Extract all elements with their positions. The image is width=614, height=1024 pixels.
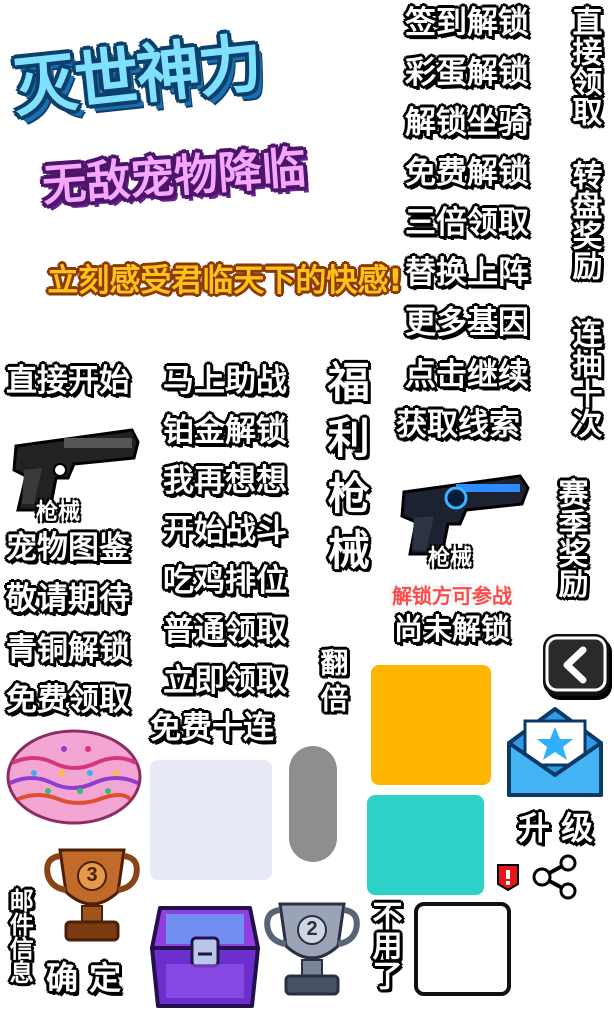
mail-info-label[interactable]: 邮件信息 bbox=[5, 888, 33, 984]
upgrade-label[interactable]: 升 级 bbox=[518, 812, 593, 844]
share-icon[interactable] bbox=[530, 854, 580, 900]
wheel-reward-vertical[interactable]: 转盘奖励 bbox=[567, 160, 602, 280]
claim-now-button[interactable]: 立即领取 bbox=[163, 666, 287, 697]
platinum-unlock-button[interactable]: 铂金解锁 bbox=[163, 416, 287, 447]
back-arrow-icon[interactable] bbox=[543, 634, 609, 696]
welfare-guns-title: 福利枪械 bbox=[321, 360, 371, 584]
start-battle-button[interactable]: 开始战斗 bbox=[163, 516, 287, 547]
gun-label: 枪械 bbox=[428, 546, 473, 571]
free-claim-button[interactable]: 免费领取 bbox=[6, 685, 130, 716]
season-reward-vertical[interactable]: 赛季奖励 bbox=[553, 478, 588, 598]
confirm-button[interactable]: 确 定 bbox=[46, 962, 121, 994]
silver-rank-number: 2 bbox=[306, 918, 318, 940]
no-thanks-button[interactable]: 不用了 bbox=[367, 900, 402, 990]
unlock-to-play-text: 解锁方可参战 bbox=[392, 584, 512, 608]
mail-star-icon[interactable] bbox=[505, 703, 605, 801]
direct-claim-vertical[interactable]: 直接领取 bbox=[567, 6, 602, 126]
lavender-swatch bbox=[150, 760, 272, 880]
easter-egg-icon bbox=[4, 727, 144, 827]
pet-encyclopedia-button[interactable]: 宠物图鉴 bbox=[6, 533, 130, 564]
page-title: 灭世神力 bbox=[9, 26, 264, 127]
join-battle-button[interactable]: 马上助战 bbox=[163, 366, 287, 397]
gray-pill bbox=[289, 746, 337, 862]
yellow-swatch bbox=[371, 665, 491, 785]
easter-egg-unlock-button[interactable]: 彩蛋解锁 bbox=[405, 58, 529, 89]
ranked-match-button[interactable]: 吃鸡排位 bbox=[163, 566, 287, 597]
think-again-button[interactable]: 我再想想 bbox=[163, 466, 287, 497]
bronze-unlock-button[interactable]: 青铜解锁 bbox=[6, 635, 130, 666]
teal-swatch bbox=[367, 795, 484, 895]
bronze-trophy-icon bbox=[42, 838, 142, 946]
double-label: 翻倍 bbox=[316, 648, 350, 720]
unlock-mount-button[interactable]: 解锁坐骑 bbox=[405, 108, 529, 139]
coming-soon-label: 敬请期待 bbox=[6, 581, 130, 617]
replace-deploy-button[interactable]: 替换上阵 bbox=[405, 258, 529, 289]
get-clue-button[interactable]: 获取线索 bbox=[396, 410, 520, 441]
free-ten-draw-button[interactable]: 免费十连 bbox=[150, 713, 274, 744]
triple-claim-button[interactable]: 三倍领取 bbox=[405, 208, 529, 239]
tap-continue-button[interactable]: 点击继续 bbox=[405, 360, 529, 391]
draw-ten-vertical[interactable]: 连抽十次 bbox=[567, 318, 602, 438]
page-subtitle: 无敌宠物降临 bbox=[40, 142, 308, 212]
bronze-rank-number: 3 bbox=[86, 864, 98, 886]
more-genes-button[interactable]: 更多基因 bbox=[405, 308, 529, 339]
not-unlocked-label: 尚未解锁 bbox=[394, 612, 511, 646]
start-directly-button[interactable]: 直接开始 bbox=[6, 366, 130, 397]
free-unlock-button[interactable]: 免费解锁 bbox=[405, 158, 529, 189]
normal-claim-button[interactable]: 普通领取 bbox=[163, 616, 287, 647]
alert-badge-icon bbox=[495, 862, 521, 892]
slogan-text: 立刻感受君临天下的快感! bbox=[47, 263, 403, 299]
white-box-button[interactable] bbox=[414, 902, 511, 996]
treasure-chest-icon bbox=[146, 888, 264, 1016]
gun-label: 枪械 bbox=[36, 500, 81, 525]
silver-trophy-icon bbox=[262, 892, 362, 1002]
sign-in-unlock-button[interactable]: 签到解锁 bbox=[405, 8, 529, 39]
